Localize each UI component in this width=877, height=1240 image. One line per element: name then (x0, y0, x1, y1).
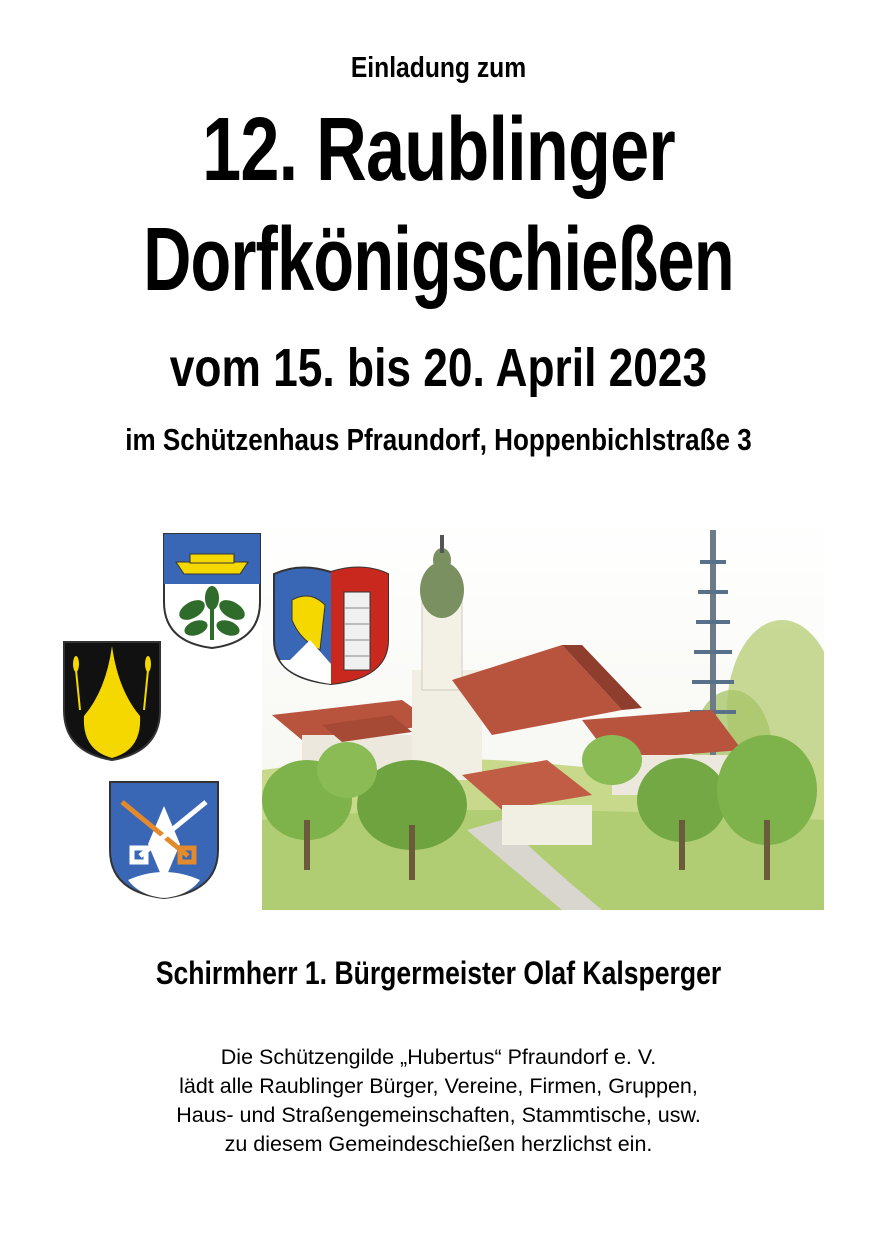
intro-text: Einladung zum (350, 52, 527, 84)
invitation-line-3: Haus- und Straßengemeinschaften, Stammti… (176, 1103, 701, 1127)
patron-line: Schirmherr 1. Bürgermeister Olaf Kalsper… (155, 955, 722, 991)
invitation-line-4: zu diesem Gemeindeschießen herzlichst ei… (224, 1132, 653, 1156)
event-venue: im Schützenhaus Pfraundorf, Hoppenbichls… (125, 422, 752, 457)
coat-of-arms-keys-icon (109, 781, 219, 900)
invitation-line-1: Die Schützengilde „Hubertus“ Pfraundorf … (220, 1045, 657, 1069)
coat-of-arms-boat-oak-icon (163, 533, 261, 650)
title-line-2: Dorfkönigschießen (143, 210, 734, 310)
title-line-1: 12. Raublinger (202, 100, 676, 200)
coat-of-arms-black-yellow-moon-icon (63, 641, 161, 762)
event-dates: vom 15. bis 20. April 2023 (169, 338, 708, 398)
invitation-line-2: lädt alle Raublinger Bürger, Vereine, Fi… (179, 1074, 698, 1098)
coat-of-arms-eagle-tower-icon (273, 566, 389, 686)
invitation-text: Die Schützengilde „Hubertus“ Pfraundorf … (0, 1043, 877, 1159)
